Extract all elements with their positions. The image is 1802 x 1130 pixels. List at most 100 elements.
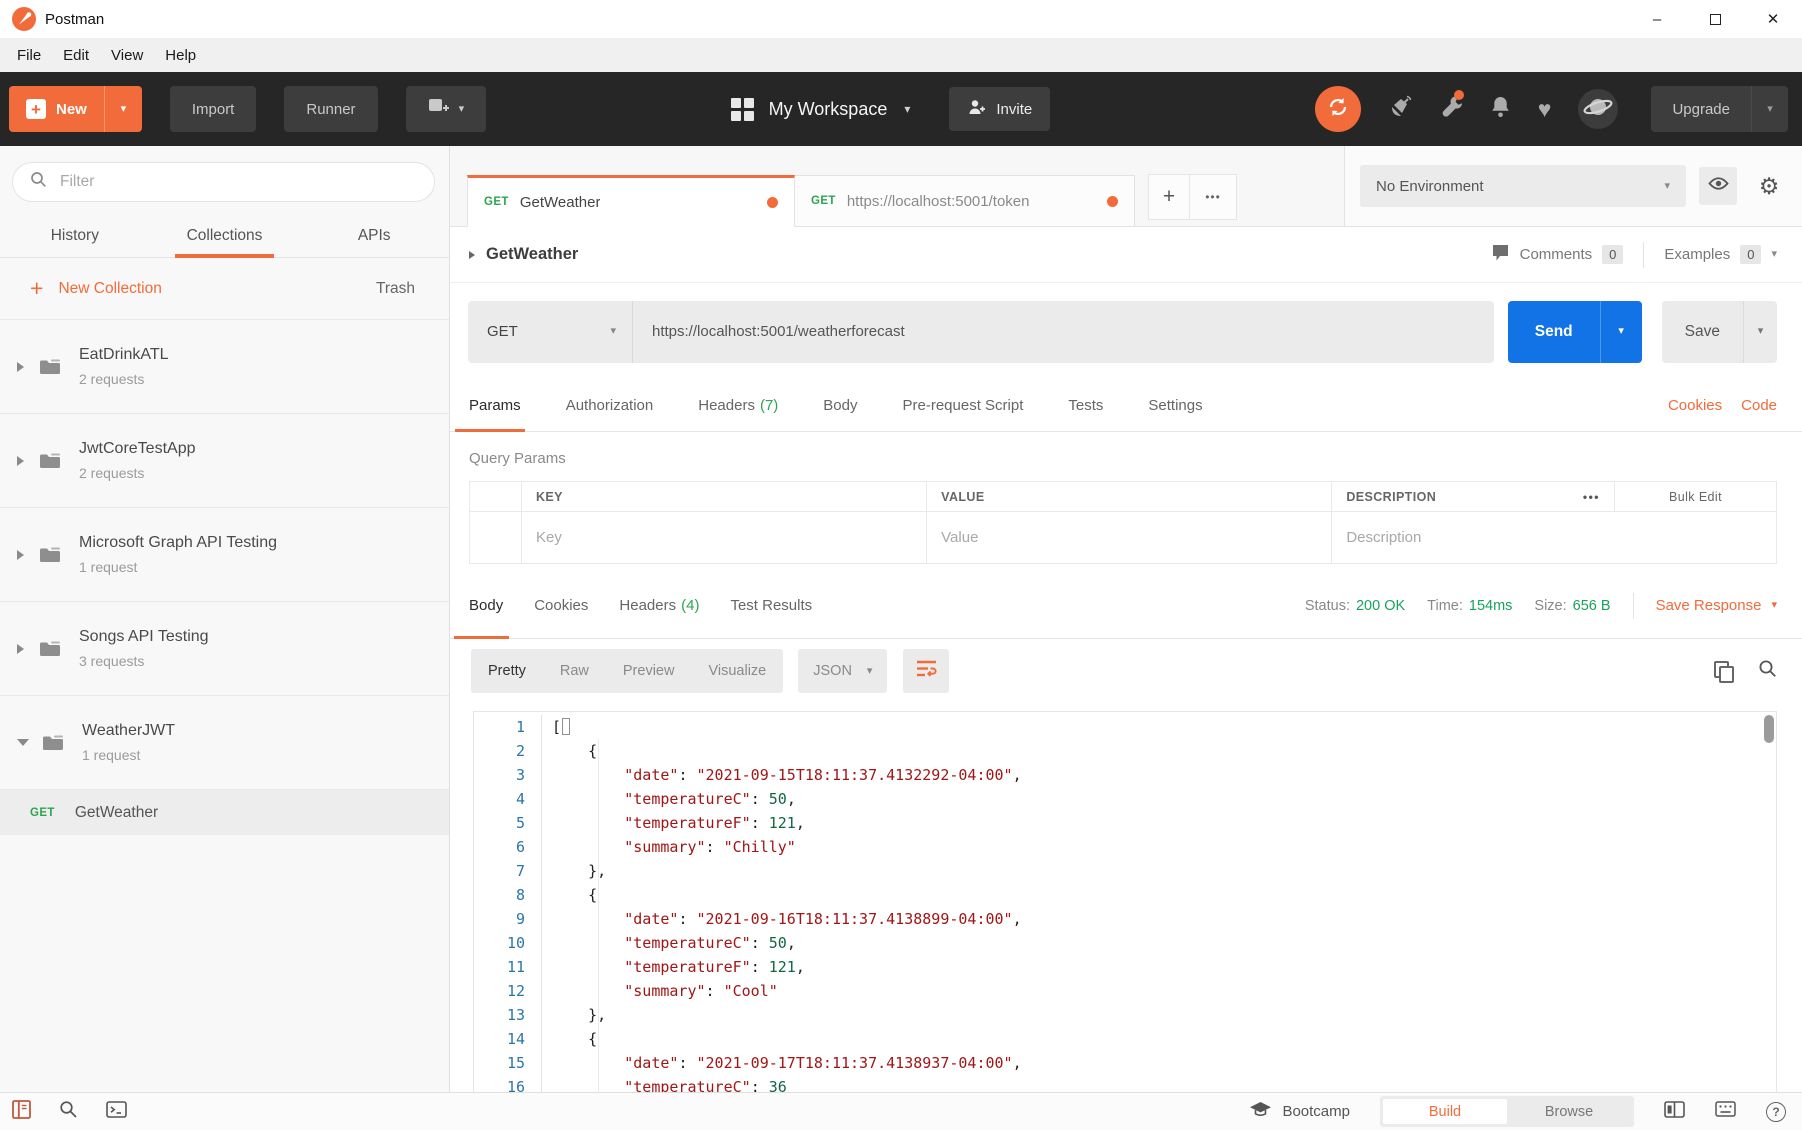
collection-item-weatherjwt[interactable]: WeatherJWT 1 request	[0, 696, 449, 790]
tab-body[interactable]: Body	[823, 380, 857, 431]
menu-view[interactable]: View	[100, 47, 154, 64]
toggle-build[interactable]: Build	[1383, 1099, 1507, 1124]
bulk-edit-link[interactable]: Bulk Edit	[1615, 482, 1777, 512]
find-button[interactable]	[59, 1100, 78, 1124]
collection-item-microsoft-graph[interactable]: Microsoft Graph API Testing 1 request	[0, 508, 449, 602]
environment-quicklook-button[interactable]	[1699, 167, 1737, 205]
code-link[interactable]: Code	[1741, 397, 1777, 414]
tab-settings[interactable]: Settings	[1148, 380, 1202, 431]
collection-meta: 1 request	[82, 747, 175, 763]
examples-count-badge: 0	[1740, 245, 1761, 264]
two-pane-view-button[interactable]	[1664, 1101, 1685, 1123]
menu-edit[interactable]: Edit	[52, 47, 100, 64]
tab-pre-request-script[interactable]: Pre-request Script	[903, 380, 1024, 431]
help-button[interactable]: ?	[1766, 1102, 1786, 1122]
console-button[interactable]	[106, 1101, 127, 1123]
sync-button[interactable]	[1315, 86, 1361, 132]
filter-box[interactable]	[12, 162, 435, 202]
workspace-switcher[interactable]: My Workspace ▾ Invite	[486, 87, 1295, 131]
scrollbar-thumb[interactable]	[1764, 715, 1774, 743]
value-cell[interactable]	[927, 512, 1332, 564]
response-body-editor[interactable]: 1[2 {3 "date": "2021-09-15T18:11:37.4132…	[473, 711, 1777, 1092]
environment-select[interactable]: No Environment ▾	[1360, 165, 1686, 207]
notifications-button[interactable]	[1490, 95, 1511, 123]
tab-apis[interactable]: APIs	[299, 214, 449, 257]
interceptor-button[interactable]: ♥	[1538, 98, 1552, 121]
new-tab-button[interactable]: +	[1148, 174, 1190, 220]
comments-button[interactable]: Comments 0	[1491, 243, 1624, 266]
tab-history[interactable]: History	[0, 214, 150, 257]
chevron-right-icon[interactable]	[17, 456, 24, 466]
view-raw[interactable]: Raw	[543, 649, 606, 693]
response-tab-body[interactable]: Body	[469, 573, 503, 638]
request-tab-token[interactable]: GET https://localhost:5001/token	[795, 175, 1135, 227]
copy-icon[interactable]	[1713, 661, 1734, 682]
view-pretty[interactable]: Pretty	[471, 649, 543, 693]
search-icon[interactable]	[1758, 659, 1777, 683]
request-tab-getweather[interactable]: GET GetWeather	[467, 175, 795, 227]
method-select[interactable]: GET ▾	[468, 301, 633, 363]
menu-help[interactable]: Help	[154, 47, 207, 64]
chevron-right-icon[interactable]	[17, 644, 24, 654]
view-visualize[interactable]: Visualize	[691, 649, 783, 693]
bootcamp-button[interactable]: Bootcamp	[1249, 1101, 1350, 1122]
send-button[interactable]: Send ▾	[1508, 301, 1642, 363]
value-input[interactable]	[941, 529, 1317, 546]
key-cell[interactable]	[522, 512, 927, 564]
send-dropdown[interactable]: ▾	[1600, 301, 1642, 363]
close-button[interactable]: ✕	[1744, 0, 1802, 38]
save-response-button[interactable]: Save Response ▾	[1656, 597, 1777, 614]
collection-item-jwtcoretestapp[interactable]: JwtCoreTestApp 2 requests	[0, 414, 449, 508]
import-button[interactable]: Import	[170, 86, 257, 132]
new-window-button[interactable]: ▾	[406, 86, 487, 132]
response-tab-cookies[interactable]: Cookies	[534, 573, 588, 638]
trash-button[interactable]: Trash	[376, 280, 415, 298]
invite-button[interactable]: Invite	[949, 87, 1050, 131]
environment-settings-button[interactable]: ⚙	[1750, 167, 1788, 205]
description-cell[interactable]	[1332, 512, 1777, 564]
new-button[interactable]: + New ▾	[9, 86, 142, 132]
tab-headers[interactable]: Headers(7)	[698, 380, 778, 431]
collection-item-eatdrinkatl[interactable]: EatDrinkATL 2 requests	[0, 320, 449, 414]
tab-tests[interactable]: Tests	[1068, 380, 1103, 431]
key-input[interactable]	[536, 529, 912, 546]
account-button[interactable]	[1578, 89, 1618, 129]
runner-button[interactable]: Runner	[284, 86, 377, 132]
save-button[interactable]: Save ▾	[1662, 301, 1777, 363]
filter-input[interactable]	[60, 173, 417, 191]
api-network-button[interactable]	[1388, 94, 1413, 124]
chevron-right-icon[interactable]	[469, 251, 475, 259]
chevron-down-icon[interactable]	[17, 739, 29, 746]
params-more-icon[interactable]: •••	[1583, 490, 1600, 504]
upgrade-button[interactable]: Upgrade ▾	[1651, 86, 1788, 132]
collection-text: Songs API Testing 3 requests	[79, 628, 209, 669]
toggle-sidebar-button[interactable]	[12, 1100, 31, 1124]
tools-button[interactable]	[1440, 94, 1463, 124]
toggle-browse[interactable]: Browse	[1507, 1099, 1631, 1124]
url-input[interactable]	[633, 301, 1494, 363]
chevron-right-icon[interactable]	[17, 362, 24, 372]
cookies-link[interactable]: Cookies	[1668, 397, 1722, 414]
response-tab-test-results[interactable]: Test Results	[730, 573, 812, 638]
upgrade-dropdown[interactable]: ▾	[1751, 86, 1788, 132]
minimize-button[interactable]: –	[1628, 0, 1686, 38]
tab-collections[interactable]: Collections	[150, 214, 300, 257]
save-dropdown[interactable]: ▾	[1743, 301, 1777, 363]
response-tab-headers[interactable]: Headers(4)	[619, 573, 699, 638]
sidebar-request-getweather[interactable]: GET GetWeather	[0, 790, 449, 835]
tab-params[interactable]: Params	[469, 380, 521, 431]
tab-authorization[interactable]: Authorization	[566, 380, 654, 431]
wrap-text-button[interactable]	[903, 649, 949, 693]
new-collection-button[interactable]: New Collection	[58, 280, 161, 298]
new-button-dropdown[interactable]: ▾	[104, 86, 142, 132]
shortcuts-button[interactable]	[1715, 1101, 1736, 1122]
collection-item-songs-api[interactable]: Songs API Testing 3 requests	[0, 602, 449, 696]
description-input[interactable]	[1346, 529, 1762, 546]
chevron-right-icon[interactable]	[17, 550, 24, 560]
view-preview[interactable]: Preview	[606, 649, 692, 693]
examples-button[interactable]: Examples 0 ▾	[1664, 245, 1777, 264]
tab-options-button[interactable]: •••	[1189, 174, 1237, 220]
menu-file[interactable]: File	[6, 47, 52, 64]
maximize-button[interactable]	[1686, 0, 1744, 38]
format-select[interactable]: JSON ▾	[798, 649, 887, 693]
